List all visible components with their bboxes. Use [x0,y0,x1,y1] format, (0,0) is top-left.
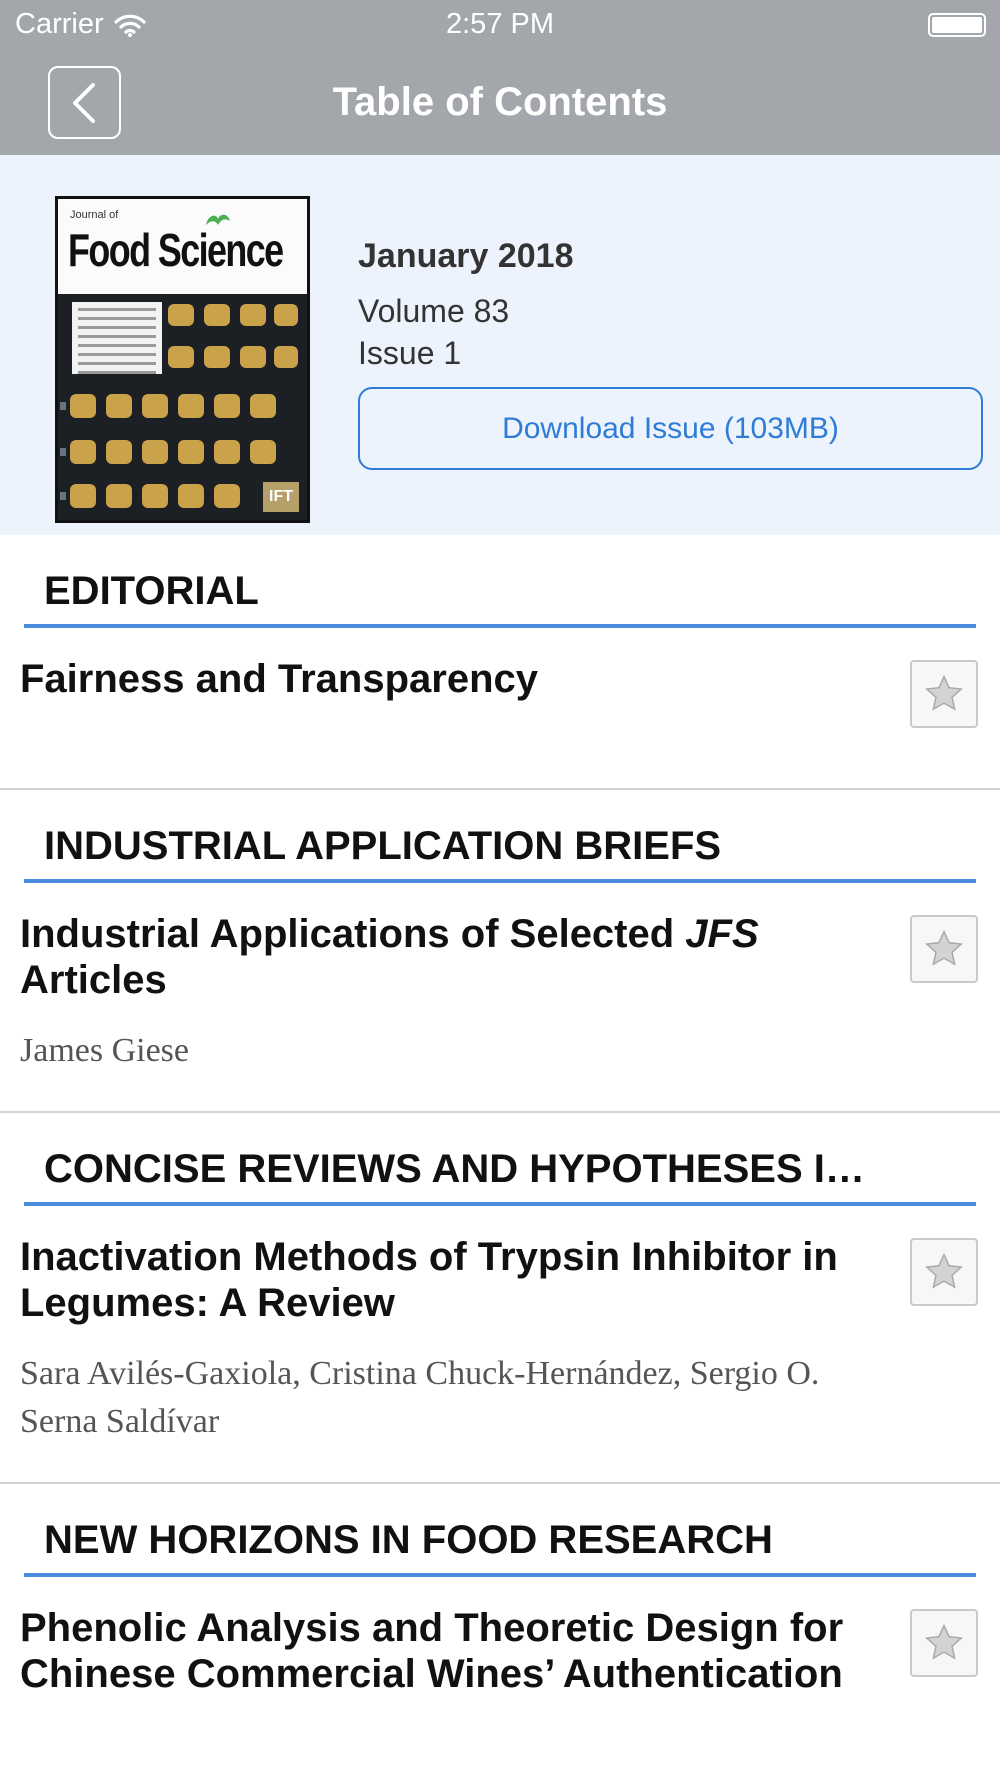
leaf-icon [206,214,230,225]
favorite-button[interactable] [910,1609,978,1677]
section-editorial: EDITORIAL Fairness and Transparency [0,535,1000,790]
cover-journal-label: Journal of [70,209,119,221]
article-title[interactable]: Industrial Applications of Selected JFS … [20,911,870,1003]
issue-volume: Volume 83 [358,293,510,329]
article-title-journal-abbrev: JFS [685,912,759,956]
cover-title: Food Science [68,224,284,276]
cover-masthead: Journal of Food Science [58,199,307,294]
cover-bread-grid: IFT [58,294,307,520]
article-title[interactable]: Inactivation Methods of Trypsin Inhibito… [20,1234,870,1326]
article-item[interactable]: Inactivation Methods of Trypsin Inhibito… [0,1206,1000,1482]
section-new-horizons: NEW HORIZONS IN FOOD RESEARCH Phenolic A… [0,1484,1000,1733]
section-concise-reviews: CONCISE REVIEWS AND HYPOTHESES I… Inacti… [0,1113,1000,1484]
article-title[interactable]: Phenolic Analysis and Theoretic Design f… [20,1605,870,1697]
article-title[interactable]: Fairness and Transparency [20,656,870,702]
favorite-button[interactable] [910,1238,978,1306]
issue-number: Issue 1 [358,335,462,371]
section-heading: INDUSTRIAL APPLICATION BRIEFS [24,790,976,883]
star-icon [925,674,963,711]
section-industrial-application-briefs: INDUSTRIAL APPLICATION BRIEFS Industrial… [0,790,1000,1113]
article-spacer [20,702,870,752]
article-item[interactable]: Industrial Applications of Selected JFS … [0,883,1000,1111]
navigation-bar: Table of Contents [0,50,1000,155]
issue-header: Journal of Food Science IFT January 2018… [0,155,1000,535]
page-title: Table of Contents [332,80,668,124]
battery-icon [928,13,986,37]
article-title-text: Industrial Applications of Selected [20,912,686,956]
article-authors: Sara Avilés-Gaxiola, Cristina Chuck-Hern… [20,1355,820,1440]
issue-date: January 2018 [358,237,574,275]
favorite-button[interactable] [910,915,978,983]
battery-level [932,17,982,33]
star-icon [925,1252,963,1289]
issue-cover-image[interactable]: Journal of Food Science IFT [55,196,310,523]
article-item[interactable]: Phenolic Analysis and Theoretic Design f… [0,1577,1000,1733]
section-heading: EDITORIAL [24,535,976,628]
section-heading: NEW HORIZONS IN FOOD RESEARCH [24,1484,976,1577]
top-bar: Carrier 2:57 PM Table of Contents [0,0,1000,155]
cover-publisher-badge: IFT [263,482,299,512]
status-bar: Carrier 2:57 PM [0,0,1000,50]
status-time: 2:57 PM [446,8,554,40]
article-item[interactable]: Fairness and Transparency [0,628,1000,788]
article-title-text-end: Articles [20,958,167,1002]
article-authors: James Giese [20,1032,190,1069]
table-of-contents-list: EDITORIAL Fairness and Transparency INDU… [0,535,1000,1733]
section-heading: CONCISE REVIEWS AND HYPOTHESES I… [24,1113,976,1206]
favorite-button[interactable] [910,660,978,728]
star-icon [925,929,963,966]
download-issue-button[interactable]: Download Issue (103MB) [358,387,983,470]
star-icon [925,1623,963,1660]
cover-contents-box [72,302,162,374]
